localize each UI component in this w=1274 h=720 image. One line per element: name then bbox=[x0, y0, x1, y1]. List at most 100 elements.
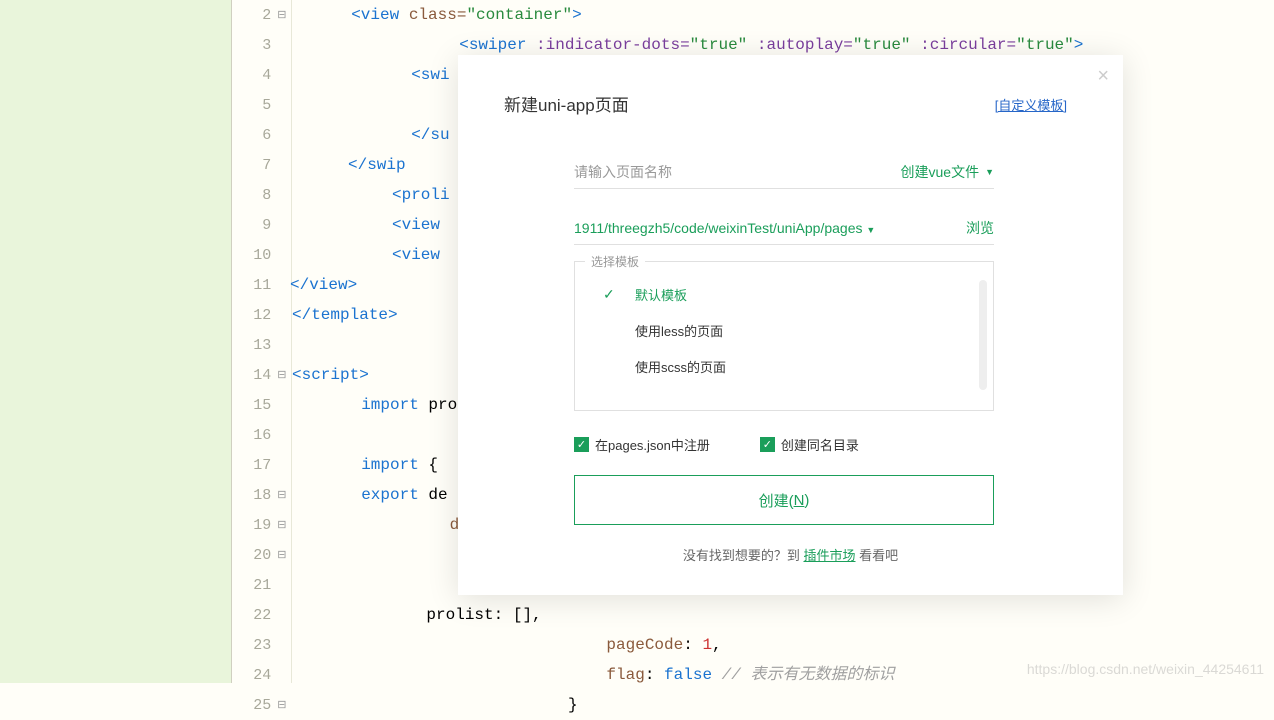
options-row: ✓ 在pages.json中注册 ✓ 创建同名目录 bbox=[574, 435, 859, 454]
gutter-line: 11 bbox=[232, 270, 291, 300]
path-text: 1911/threegzh5/code/weixinTest/uniApp/pa… bbox=[574, 220, 863, 236]
line-number: 2 bbox=[232, 7, 277, 24]
line-number: 10 bbox=[232, 247, 277, 264]
fold-icon[interactable]: ⊟ bbox=[277, 698, 291, 712]
gutter-line: 13 bbox=[232, 330, 291, 360]
gutter-line: 10 bbox=[232, 240, 291, 270]
fold-icon[interactable]: ⊟ bbox=[277, 488, 291, 502]
line-number: 8 bbox=[232, 187, 277, 204]
file-type-label: 创建vue文件 bbox=[901, 162, 980, 182]
line-number: 14 bbox=[232, 367, 277, 384]
template-label: 使用scss的页面 bbox=[635, 357, 726, 376]
fold-icon[interactable]: ⊟ bbox=[277, 518, 291, 532]
line-number: 6 bbox=[232, 127, 277, 144]
template-item[interactable]: ✓ 默认模板 bbox=[575, 276, 993, 312]
line-number: 22 bbox=[232, 607, 277, 624]
file-type-dropdown[interactable]: 创建vue文件 ▼ bbox=[901, 162, 995, 182]
new-page-dialog: × 新建uni-app页面 [自定义模板] 请输入页面名称 创建vue文件 ▼ … bbox=[458, 55, 1123, 595]
template-selector: 选择模板 ✓默认模板使用less的页面使用scss的页面 bbox=[574, 261, 994, 411]
line-number: 25 bbox=[232, 697, 277, 714]
line-number: 11 bbox=[232, 277, 277, 294]
custom-template-link[interactable]: [自定义模板] bbox=[995, 95, 1067, 114]
gutter-line: 25⊟ bbox=[232, 690, 291, 720]
line-number: 19 bbox=[232, 517, 277, 534]
path-dropdown[interactable]: 1911/threegzh5/code/weixinTest/uniApp/pa… bbox=[574, 220, 875, 236]
template-item[interactable]: 使用scss的页面 bbox=[575, 348, 993, 384]
gutter-line: 17 bbox=[232, 450, 291, 480]
fold-icon[interactable]: ⊟ bbox=[277, 368, 291, 382]
checkbox-label: 创建同名目录 bbox=[781, 435, 859, 454]
gutter-line: 19⊟ bbox=[232, 510, 291, 540]
footer-text-post: 看看吧 bbox=[856, 548, 899, 563]
gutter-line: 7 bbox=[232, 150, 291, 180]
code-line: <view class="container"> bbox=[292, 0, 1274, 30]
gutter-line: 20⊟ bbox=[232, 540, 291, 570]
template-list: ✓ 默认模板使用less的页面使用scss的页面 bbox=[575, 262, 993, 398]
gutter-line: 8 bbox=[232, 180, 291, 210]
gutter-line: 24 bbox=[232, 660, 291, 690]
gutter-line: 15 bbox=[232, 390, 291, 420]
gutter-line: 5 bbox=[232, 90, 291, 120]
file-tree-sidebar bbox=[0, 0, 232, 683]
create-button-hotkey: N bbox=[794, 492, 805, 509]
create-same-dir-checkbox[interactable]: ✓ 创建同名目录 bbox=[760, 435, 859, 454]
line-number: 3 bbox=[232, 37, 277, 54]
browse-button[interactable]: 浏览 bbox=[966, 218, 994, 238]
gutter-line: 6 bbox=[232, 120, 291, 150]
line-number: 20 bbox=[232, 547, 277, 564]
line-number: 9 bbox=[232, 217, 277, 234]
close-icon[interactable]: × bbox=[1097, 65, 1109, 88]
line-number: 15 bbox=[232, 397, 277, 414]
gutter-line: 14⊟ bbox=[232, 360, 291, 390]
fold-icon[interactable]: ⊟ bbox=[277, 548, 291, 562]
footer-hint: 没有找到想要的？到 插件市场 看看吧 bbox=[458, 545, 1123, 564]
line-gutter: 2⊟34567891011121314⊟15161718⊟19⊟20⊟21222… bbox=[232, 0, 292, 683]
register-pages-json-checkbox[interactable]: ✓ 在pages.json中注册 bbox=[574, 435, 710, 454]
line-number: 17 bbox=[232, 457, 277, 474]
template-item[interactable]: 使用less的页面 bbox=[575, 312, 993, 348]
fold-icon[interactable]: ⊟ bbox=[277, 8, 291, 22]
checkmark-icon: ✓ bbox=[760, 437, 775, 452]
gutter-line: 18⊟ bbox=[232, 480, 291, 510]
line-number: 5 bbox=[232, 97, 277, 114]
line-number: 13 bbox=[232, 337, 277, 354]
gutter-line: 16 bbox=[232, 420, 291, 450]
gutter-line: 4 bbox=[232, 60, 291, 90]
template-label: 使用less的页面 bbox=[635, 321, 723, 340]
line-number: 7 bbox=[232, 157, 277, 174]
line-number: 23 bbox=[232, 637, 277, 654]
page-name-input-row: 请输入页面名称 创建vue文件 ▼ bbox=[574, 155, 994, 189]
template-label: 默认模板 bbox=[635, 285, 687, 304]
gutter-line: 12 bbox=[232, 300, 291, 330]
gutter-line: 21 bbox=[232, 570, 291, 600]
line-number: 21 bbox=[232, 577, 277, 594]
gutter-line: 9 bbox=[232, 210, 291, 240]
create-button-label-post: ) bbox=[804, 492, 809, 509]
gutter-line: 2⊟ bbox=[232, 0, 291, 30]
create-button-label-pre: 创建( bbox=[759, 490, 794, 511]
path-row: 1911/threegzh5/code/weixinTest/uniApp/pa… bbox=[574, 211, 994, 245]
checkmark-icon: ✓ bbox=[603, 286, 615, 303]
code-line: prolist: [], bbox=[292, 600, 1274, 630]
page-name-input[interactable]: 请输入页面名称 bbox=[574, 162, 672, 182]
gutter-line: 23 bbox=[232, 630, 291, 660]
footer-text-pre: 没有找到想要的？到 bbox=[683, 548, 804, 563]
gutter-line: 3 bbox=[232, 30, 291, 60]
chevron-down-icon: ▼ bbox=[866, 225, 875, 235]
line-number: 4 bbox=[232, 67, 277, 84]
create-button[interactable]: 创建(N) bbox=[574, 475, 994, 525]
gutter-line: 22 bbox=[232, 600, 291, 630]
line-number: 12 bbox=[232, 307, 277, 324]
line-number: 24 bbox=[232, 667, 277, 684]
plugin-market-link[interactable]: 插件市场 bbox=[803, 548, 855, 563]
code-line: pageCode: 1, bbox=[292, 630, 1274, 660]
chevron-down-icon: ▼ bbox=[985, 167, 994, 177]
checkmark-icon: ✓ bbox=[574, 437, 589, 452]
line-number: 16 bbox=[232, 427, 277, 444]
code-line: } bbox=[292, 690, 1274, 720]
watermark: https://blog.csdn.net/weixin_44254611 bbox=[1027, 661, 1264, 677]
line-number: 18 bbox=[232, 487, 277, 504]
checkbox-label: 在pages.json中注册 bbox=[595, 435, 710, 454]
scrollbar[interactable] bbox=[979, 280, 987, 390]
dialog-title: 新建uni-app页面 bbox=[504, 91, 629, 116]
